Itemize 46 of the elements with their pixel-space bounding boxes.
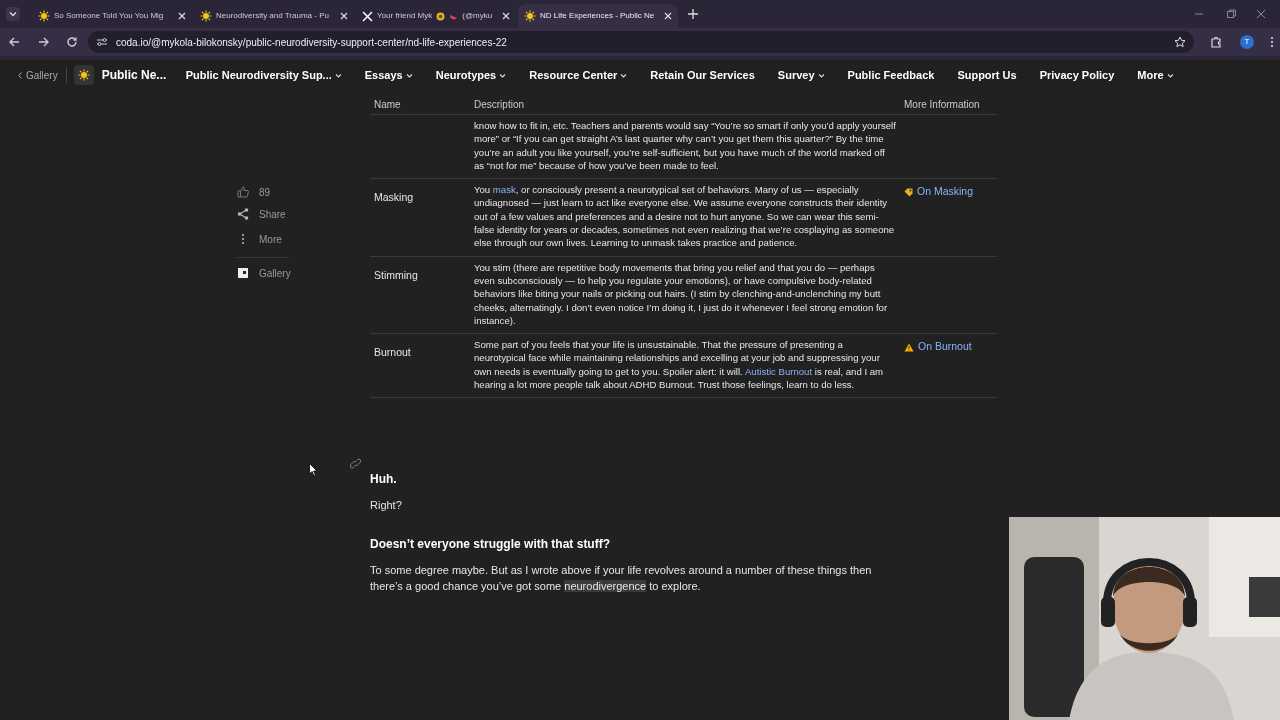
browser-tab[interactable]: So Someone Told You You Mig — [32, 4, 192, 28]
address-bar[interactable]: coda.io/@mykola-bilokonsky/public-neurodiversity-support-center/nd-life-experiences-22 — [88, 31, 1195, 53]
info-link[interactable]: On Burnout — [904, 339, 997, 355]
info-link[interactable]: On Masking — [904, 184, 997, 200]
paragraph: To some degree maybe. But as I wrote above if your life revolves around a number of these things then there’s a good chance you’ve got some neurodivergence to explore. — [370, 563, 873, 595]
table-cell: Masking — [374, 191, 414, 204]
browser-tab[interactable]: Neurodiversity and Trauma - Pu — [194, 4, 354, 28]
url-text: coda.io/@mykola-bilokonsky/public-neurodiversity-support-center/nd-life-experiences-22 — [116, 35, 507, 50]
doc-title: Public Ne... — [101, 67, 168, 84]
nav-menu-item[interactable]: Survey — [777, 66, 825, 84]
inline-link[interactable]: Autistic Burnout — [744, 365, 813, 377]
browser-tab[interactable]: ND Life Experiences - Public Ne — [518, 4, 678, 28]
nav-menu-item[interactable]: Retain Our Services — [650, 66, 755, 84]
gallery-button[interactable]: Gallery — [237, 263, 370, 283]
table-cell-text: You stim (there are repetitive body movements that bring you relief and that you do — perhaps even subconsciously — to help you regulate your emotions), or have compulsive body-related behaviors like biting your nails or picking out hairs. (I stim by clenching-and-unclenching my butt cheeks, alternatingly. I don’t even notice I’m doing it, I just do it whenever I feel strong emotion for instance). — [474, 260, 889, 328]
paragraph: Right? — [370, 498, 403, 514]
share-button[interactable]: Share — [237, 204, 370, 224]
tab-title: (@myku — [462, 10, 493, 22]
table-cell: Stimming — [374, 268, 418, 281]
column-header: Description — [474, 97, 526, 112]
tab-title: ND Life Experiences - Public Ne — [540, 10, 655, 22]
column-header: Name — [373, 97, 402, 112]
nav-menu-item[interactable]: Essays — [364, 66, 413, 84]
nav-menu-item[interactable]: Resource Center — [529, 66, 628, 84]
tab-title: Neurodiversity and Trauma - Pu — [216, 10, 329, 22]
nav-menu-item[interactable]: Support Us — [957, 66, 1017, 84]
inline-link[interactable]: mask — [492, 184, 516, 196]
browser-tab[interactable]: Your friend Myk (@myku — [356, 4, 516, 28]
profile-avatar[interactable]: T — [1240, 35, 1254, 49]
section-heading: Doesn’t everyone struggle with that stuff? — [370, 536, 612, 554]
nav-menu-item[interactable]: Privacy Policy — [1039, 66, 1115, 84]
table-cell-text: know how to fit in, etc. Teachers and parents would say “You’re so smart if only you’d apply yourself more” or “If you can get straight A’s last quarter why can’t you get them this quarter?” By the time you’re an adult you like yourself, you’re self-sufficient, but you have much of the world marked off as “not for me” because of how you’ve been made to feel. — [474, 119, 897, 173]
nav-menu-item[interactable]: Public Neurodiversity Sup... — [185, 66, 342, 84]
nav-menu-item[interactable]: More — [1137, 66, 1174, 84]
tab-title: Your friend Myk — [377, 10, 433, 22]
nav-menu-item[interactable]: Public Feedback — [847, 66, 935, 84]
table-cell-text: You mask, or consciously present a neurotypical set of behaviors. Many of us — especially undiagnosed — just learn to act like everyone else. We assume everyone constructs their identity out of a few values and preferences and a desire not to hurt anyone. So we can wear this semi-false identity for years or decades, sometimes not even realizing that we’re cosplaying as someone else through our own lives. Learning to unmask takes practice and patience. — [474, 183, 896, 250]
table-cell-text: Some part of you feels that your life is unsustainable. That the pressure of presenting a neurotypical face while maintaining relationships and excelling at your job and suppressing your own needs is eventually going to get to you. Spoiler alert: it will. Autistic Burnout is real, and I am hearing a lot more people talk about ADHD Burnout. Trust those feelings, learn to do less. — [474, 338, 885, 392]
gallery-back-link[interactable]: Gallery — [18, 67, 58, 83]
column-header: More Information — [903, 97, 981, 112]
nav-menu-item[interactable]: Neurotypes — [435, 66, 507, 84]
tab-title: So Someone Told You You Mig — [54, 10, 164, 22]
table-cell: Burnout — [374, 346, 411, 359]
section-heading: Huh. — [370, 471, 398, 489]
like-button[interactable]: 89 — [237, 182, 370, 202]
more-button[interactable]: More — [237, 229, 370, 249]
